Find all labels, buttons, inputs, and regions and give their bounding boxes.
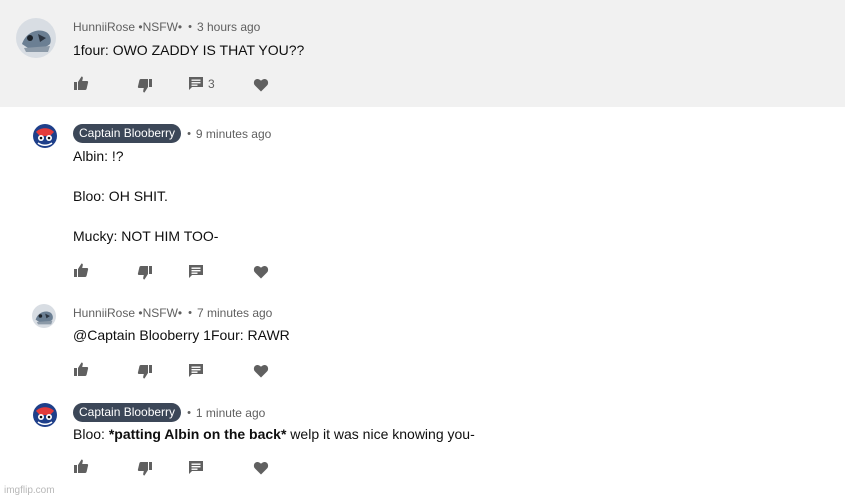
avatar[interactable] <box>32 304 56 328</box>
comment-text-suffix: welp it was nice knowing you- <box>286 426 475 442</box>
comment-thread-item: Captain Blooberry • 9 minutes ago Albin:… <box>0 107 845 287</box>
comment-thread-item: Captain Blooberry • 1 minute ago Bloo: *… <box>0 388 845 483</box>
thumbs-up-icon[interactable] <box>73 75 89 91</box>
comment-thread-item: HunniiRose •NSFW• • 3 hours ago 1four: O… <box>0 0 845 107</box>
comment-time[interactable]: 3 hours ago <box>197 20 260 34</box>
comment-text-prefix: Bloo: <box>73 426 109 442</box>
heart-icon[interactable] <box>253 363 269 379</box>
thumbs-down-icon[interactable] <box>137 78 153 94</box>
comment-text: 1four: OWO ZADDY IS THAT YOU?? <box>73 40 304 60</box>
comment-line: Mucky: NOT HIM TOO- <box>73 228 219 244</box>
comment-author[interactable]: HunniiRose •NSFW• <box>73 20 182 34</box>
avatar[interactable] <box>32 123 58 149</box>
thumbs-up-icon[interactable] <box>73 361 89 377</box>
reply-count: 3 <box>208 77 215 91</box>
thumbs-up-icon[interactable] <box>73 458 89 474</box>
separator-dot: • <box>188 307 192 319</box>
comment-time[interactable]: 9 minutes ago <box>196 127 271 141</box>
thumbs-down-icon[interactable] <box>137 364 153 380</box>
comment-text: @Captain Blooberry 1Four: RAWR <box>73 325 290 345</box>
comment-icon[interactable] <box>188 76 204 92</box>
heart-icon[interactable] <box>253 460 269 476</box>
comment-author[interactable]: HunniiRose •NSFW• <box>73 306 182 320</box>
avatar[interactable] <box>16 18 56 58</box>
comment-text-bold: *patting Albin on the back* <box>108 426 287 442</box>
separator-dot: • <box>187 127 191 140</box>
comment-time[interactable]: 7 minutes ago <box>197 306 272 320</box>
thumbs-down-icon[interactable] <box>137 265 153 281</box>
heart-icon[interactable] <box>253 77 269 93</box>
comment-icon[interactable] <box>188 363 204 379</box>
comment-line: Albin: !? <box>73 148 124 164</box>
watermark: imgflip.com <box>4 485 55 496</box>
comment-author[interactable]: Captain Blooberry <box>73 403 182 422</box>
comment-thread-item: HunniiRose •NSFW• • 7 minutes ago @Capta… <box>0 290 845 385</box>
comment-text: Albin: !? Bloo: OH SHIT. Mucky: NOT HIM … <box>73 146 218 246</box>
comment-line: 1four: OWO ZADDY IS THAT YOU?? <box>73 42 305 58</box>
avatar[interactable] <box>32 402 58 428</box>
comment-time[interactable]: 1 minute ago <box>196 406 265 420</box>
separator-dot: • <box>187 406 191 419</box>
comment-icon[interactable] <box>188 460 204 476</box>
comment-icon[interactable] <box>188 264 204 280</box>
comment-text: Bloo: *patting Albin on the back* welp i… <box>73 424 475 444</box>
thumbs-down-icon[interactable] <box>137 461 153 477</box>
thumbs-up-icon[interactable] <box>73 262 89 278</box>
comment-line: @Captain Blooberry 1Four: RAWR <box>73 327 290 343</box>
comment-author[interactable]: Captain Blooberry <box>73 124 182 143</box>
comment-line: Bloo: OH SHIT. <box>73 188 168 204</box>
separator-dot: • <box>188 21 192 33</box>
heart-icon[interactable] <box>253 264 269 280</box>
